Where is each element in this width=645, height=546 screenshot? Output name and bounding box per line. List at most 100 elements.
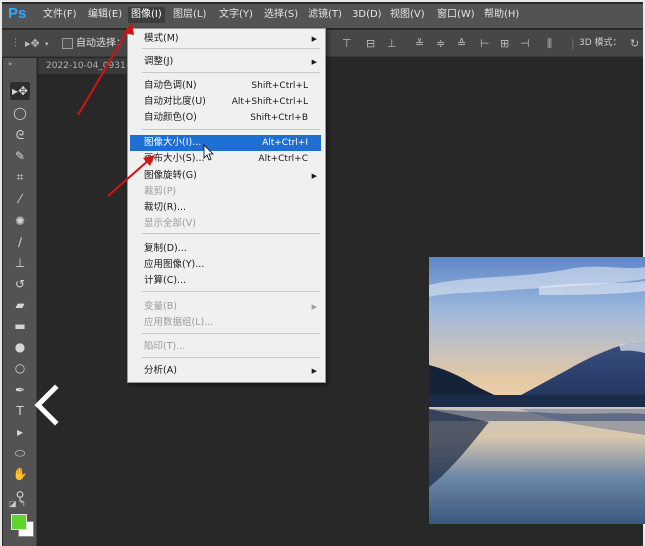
menu-item-label: 复制(D)... <box>144 243 187 254</box>
chevron-left-icon <box>34 384 59 426</box>
menu-item-13[interactable]: 计算(C)... <box>130 273 321 289</box>
menu-item-5[interactable]: 图像大小(I)... Alt+Ctrl+I <box>130 135 321 151</box>
canvas-photo[interactable] <box>429 257 645 524</box>
menu-item-10: 显示全部(V) <box>130 216 321 232</box>
distribute-horizontal-icon[interactable]: ⫼ <box>547 37 552 51</box>
elliptical-marquee-tool-icon[interactable]: ◯ <box>10 104 30 122</box>
menu-type[interactable]: 文字(Y) <box>219 7 253 23</box>
auto-select-label: 自动选择： <box>76 38 126 49</box>
menu-item-label: 调整(J) <box>144 56 174 67</box>
submenu-arrow-icon: ▶ <box>311 58 317 66</box>
brush-tool-icon[interactable]: ∕ <box>10 233 30 251</box>
align-bottom-icon[interactable]: ⊥ <box>387 37 397 51</box>
menu-item-12[interactable]: 应用图像(Y)... <box>130 257 321 273</box>
menu-item-label: 计算(C)... <box>144 275 187 286</box>
menu-filter[interactable]: 滤镜(T) <box>308 7 342 23</box>
align-hcenter-icon[interactable]: ⊞ <box>500 37 509 51</box>
menu-item-label: 显示全部(V) <box>144 218 196 229</box>
history-brush-tool-icon[interactable]: ↺ <box>10 275 30 293</box>
eyedropper-tool-icon[interactable]: ⁄ <box>10 190 30 208</box>
distribute-bottom-icon[interactable]: ≙ <box>457 37 466 51</box>
menu-item-shortcut: Alt+Ctrl+C <box>258 154 308 164</box>
menu-separator <box>142 48 320 49</box>
3d-mode-label: 3D 模式： <box>579 38 622 48</box>
menu-edit[interactable]: 编辑(E) <box>88 7 122 23</box>
pen-tool-icon[interactable]: ✒ <box>10 381 30 399</box>
landscape-photo <box>429 257 645 524</box>
menu-3d[interactable]: 3D(D) <box>352 7 382 23</box>
default-colors-icon[interactable]: ◪ ↰ <box>9 499 26 508</box>
separator-icon: | <box>571 37 575 50</box>
move-preset-icon[interactable]: ▸✥ <box>25 37 40 51</box>
auto-select-checkbox[interactable] <box>62 38 73 49</box>
lasso-tool-icon[interactable]: ᘓ <box>10 126 30 144</box>
crop-tool-icon[interactable]: ⌗ <box>10 168 30 186</box>
menu-item-6[interactable]: 画布大小(S)... Alt+Ctrl+C <box>130 151 321 167</box>
dodge-tool-icon[interactable]: ○ <box>10 359 30 377</box>
menu-item-15: 应用数据组(L)... <box>130 315 321 331</box>
menu-item-7[interactable]: 图像旋转(G) ▶ <box>130 168 321 184</box>
menu-separator <box>142 357 320 358</box>
menu-item-shortcut: Shift+Ctrl+L <box>251 81 308 91</box>
submenu-arrow-icon: ▶ <box>311 35 317 43</box>
spot-healing-brush-icon[interactable]: ✺ <box>10 212 30 230</box>
menu-item-shortcut: Shift+Ctrl+B <box>250 113 308 123</box>
menu-item-label: 陷印(T)... <box>144 341 186 352</box>
image-menu-dropdown: 模式(M) ▶ 调整(J) ▶ 自动色调(N) Shift+Ctrl+L 自动对比度(U) A… <box>127 28 326 383</box>
submenu-arrow-icon: ▶ <box>311 172 317 180</box>
submenu-arrow-icon: ▶ <box>311 367 317 375</box>
menu-item-label: 自动对比度(U) <box>144 96 206 107</box>
menu-item-label: 应用图像(Y)... <box>144 259 205 270</box>
align-right-icon[interactable]: ⊣ <box>520 37 530 51</box>
menu-item-shortcut: Alt+Ctrl+I <box>262 138 308 148</box>
clone-stamp-tool-icon[interactable]: ⊥ <box>10 254 30 272</box>
menu-item-label: 裁剪(P) <box>144 186 177 197</box>
document-tab[interactable]: 2022-10-04_0931 <box>38 58 128 74</box>
type-tool-icon[interactable]: T <box>10 402 30 420</box>
menu-item-9[interactable]: 裁切(R)... <box>130 200 321 216</box>
menu-item-0[interactable]: 模式(M) ▶ <box>130 31 321 47</box>
menu-item-11[interactable]: 复制(D)... <box>130 241 321 257</box>
menu-item-2[interactable]: 自动色调(N) Shift+Ctrl+L <box>130 78 321 94</box>
menu-item-4[interactable]: 自动颜色(O) Shift+Ctrl+B <box>130 110 321 126</box>
menu-item-label: 裁切(R)... <box>144 202 187 213</box>
menu-layer[interactable]: 图层(L) <box>173 7 206 23</box>
hand-tool-icon[interactable]: ✋ <box>10 465 30 483</box>
ellipse-shape-tool-icon[interactable]: ⬭ <box>10 444 30 462</box>
menu-item-label: 分析(A) <box>144 365 177 376</box>
grip-icon: ⋮ <box>11 38 20 48</box>
align-top-icon[interactable]: ⊤ <box>342 37 352 51</box>
menu-item-label: 画布大小(S)... <box>144 153 205 164</box>
3d-rotate-icon[interactable]: ↻ <box>630 37 639 51</box>
panel-collapse-icon[interactable]: » <box>8 60 12 68</box>
menu-file[interactable]: 文件(F) <box>43 7 77 23</box>
quick-selection-tool-icon[interactable]: ✎ <box>10 147 30 165</box>
menu-item-16: 陷印(T)... <box>130 339 321 355</box>
path-selection-tool-icon[interactable]: ▸ <box>10 423 30 441</box>
align-left-icon[interactable]: ⊢ <box>480 37 490 51</box>
menu-view[interactable]: 视图(V) <box>390 7 425 23</box>
menu-item-label: 应用数据组(L)... <box>144 317 214 328</box>
menu-window[interactable]: 窗口(W) <box>437 7 475 23</box>
foreground-color-swatch[interactable] <box>11 514 27 530</box>
gradient-tool-icon[interactable]: ▬ <box>10 317 30 335</box>
menu-separator <box>142 333 320 334</box>
chevron-down-icon[interactable]: ▾ <box>45 37 49 51</box>
move-tool-icon[interactable]: ▸✥ <box>10 82 30 100</box>
menu-help[interactable]: 帮助(H) <box>484 7 519 23</box>
menu-item-3[interactable]: 自动对比度(U) Alt+Shift+Ctrl+L <box>130 94 321 110</box>
distribute-vcenter-icon[interactable]: ≑ <box>436 37 445 51</box>
photoshop-logo: Ps <box>8 5 27 22</box>
menu-image[interactable]: 图像(I) <box>128 7 165 23</box>
menu-separator <box>142 72 320 73</box>
submenu-arrow-icon: ▶ <box>311 303 317 311</box>
blur-tool-icon[interactable]: ● <box>10 338 30 356</box>
menu-select[interactable]: 选择(S) <box>264 7 298 23</box>
menu-item-shortcut: Alt+Shift+Ctrl+L <box>231 97 308 107</box>
menu-item-1[interactable]: 调整(J) ▶ <box>130 54 321 70</box>
menu-item-label: 自动颜色(O) <box>144 112 197 123</box>
align-vcenter-icon[interactable]: ⊟ <box>366 37 375 51</box>
distribute-top-icon[interactable]: ≚ <box>415 37 424 51</box>
eraser-tool-icon[interactable]: ▰ <box>10 296 30 314</box>
menu-item-17[interactable]: 分析(A) ▶ <box>130 363 321 379</box>
